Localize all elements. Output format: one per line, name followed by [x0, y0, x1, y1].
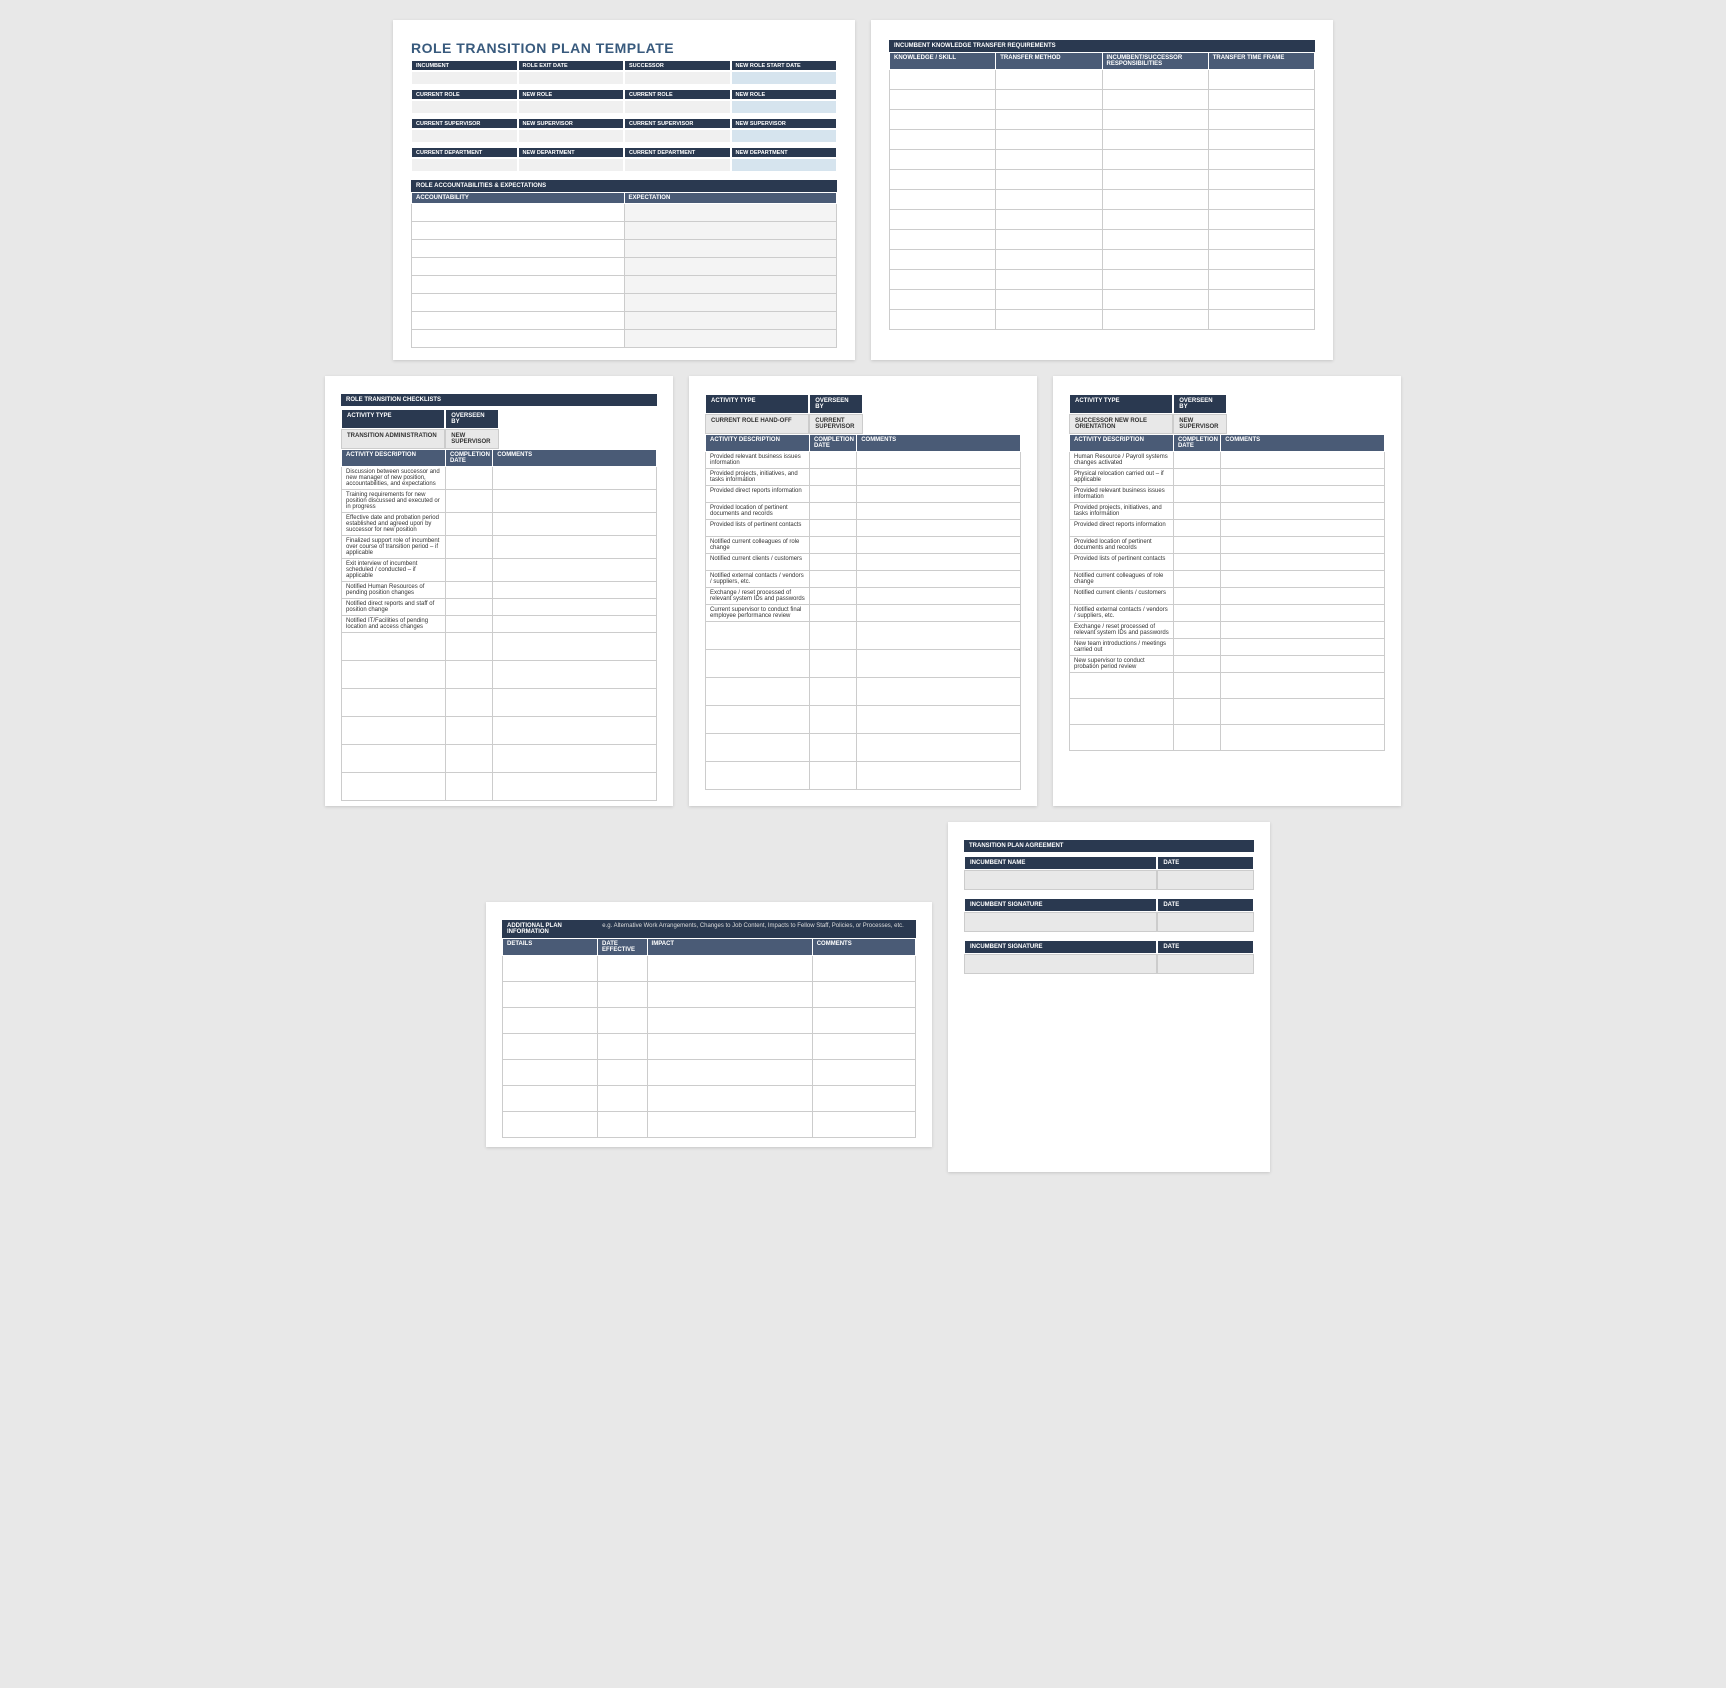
section-additional: ADDITIONAL PLAN INFORMATION e.g. Alterna… — [502, 920, 916, 938]
successor-cell[interactable] — [624, 71, 731, 85]
section-accountabilities: ROLE ACCOUNTABILITIES & EXPECTATIONS — [411, 180, 837, 192]
incumbent-cell[interactable] — [411, 71, 518, 85]
sig-row-1: INCUMBENT NAME DATE — [964, 856, 1254, 890]
checklist-table-handoff: ACTIVITY DESCRIPTIONCOMPLETION DATECOMME… — [705, 434, 1021, 790]
additional-table: DETAILS DATE EFFECTIVE IMPACT COMMENTS — [502, 938, 916, 1138]
signature-field[interactable] — [964, 912, 1157, 932]
section-knowledge: INCUMBENT KNOWLEDGE TRANSFER REQUIREMENT… — [889, 40, 1315, 52]
page-1-role-transition: ROLE TRANSITION PLAN TEMPLATE INCUMBENT … — [393, 20, 855, 360]
page-5-checklist-orientation: ACTIVITY TYPE OVERSEEN BY SUCCESSOR NEW … — [1053, 376, 1401, 806]
date-field[interactable] — [1157, 870, 1254, 890]
additional-hint: e.g. Alternative Work Arrangements, Chan… — [597, 920, 916, 938]
checklist-table-orientation: ACTIVITY DESCRIPTIONCOMPLETION DATECOMME… — [1069, 434, 1385, 751]
page-6-additional-info: ADDITIONAL PLAN INFORMATION e.g. Alterna… — [486, 902, 932, 1147]
sig-row-2: INCUMBENT SIGNATURE DATE — [964, 898, 1254, 932]
page-3-checklist-admin: ROLE TRANSITION CHECKLISTS ACTIVITY TYPE… — [325, 376, 673, 806]
field-row-1: INCUMBENT ROLE EXIT DATE SUCCESSOR NEW R… — [411, 60, 837, 71]
section-agreement: TRANSITION PLAN AGREEMENT — [964, 840, 1254, 852]
knowledge-table: KNOWLEDGE / SKILL TRANSFER METHOD INCUMB… — [889, 52, 1315, 330]
page-7-agreement: TRANSITION PLAN AGREEMENT INCUMBENT NAME… — [948, 822, 1270, 1172]
incumbent-name-field[interactable] — [964, 870, 1157, 890]
page-4-checklist-handoff: ACTIVITY TYPE OVERSEEN BY CURRENT ROLE H… — [689, 376, 1037, 806]
accountability-table: ACCOUNTABILITYEXPECTATION — [411, 192, 837, 348]
role-exit-date-cell[interactable] — [518, 71, 625, 85]
page-2-knowledge-transfer: INCUMBENT KNOWLEDGE TRANSFER REQUIREMENT… — [871, 20, 1333, 360]
activity-desc: Discussion between successor and new man… — [342, 467, 446, 490]
section-checklists: ROLE TRANSITION CHECKLISTS — [341, 394, 657, 406]
new-role-start-cell[interactable] — [731, 71, 838, 85]
checklist-table-admin: ACTIVITY DESCRIPTIONCOMPLETION DATECOMME… — [341, 449, 657, 801]
page-title: ROLE TRANSITION PLAN TEMPLATE — [411, 40, 837, 56]
sig-row-3: INCUMBENT SIGNATURE DATE — [964, 940, 1254, 974]
